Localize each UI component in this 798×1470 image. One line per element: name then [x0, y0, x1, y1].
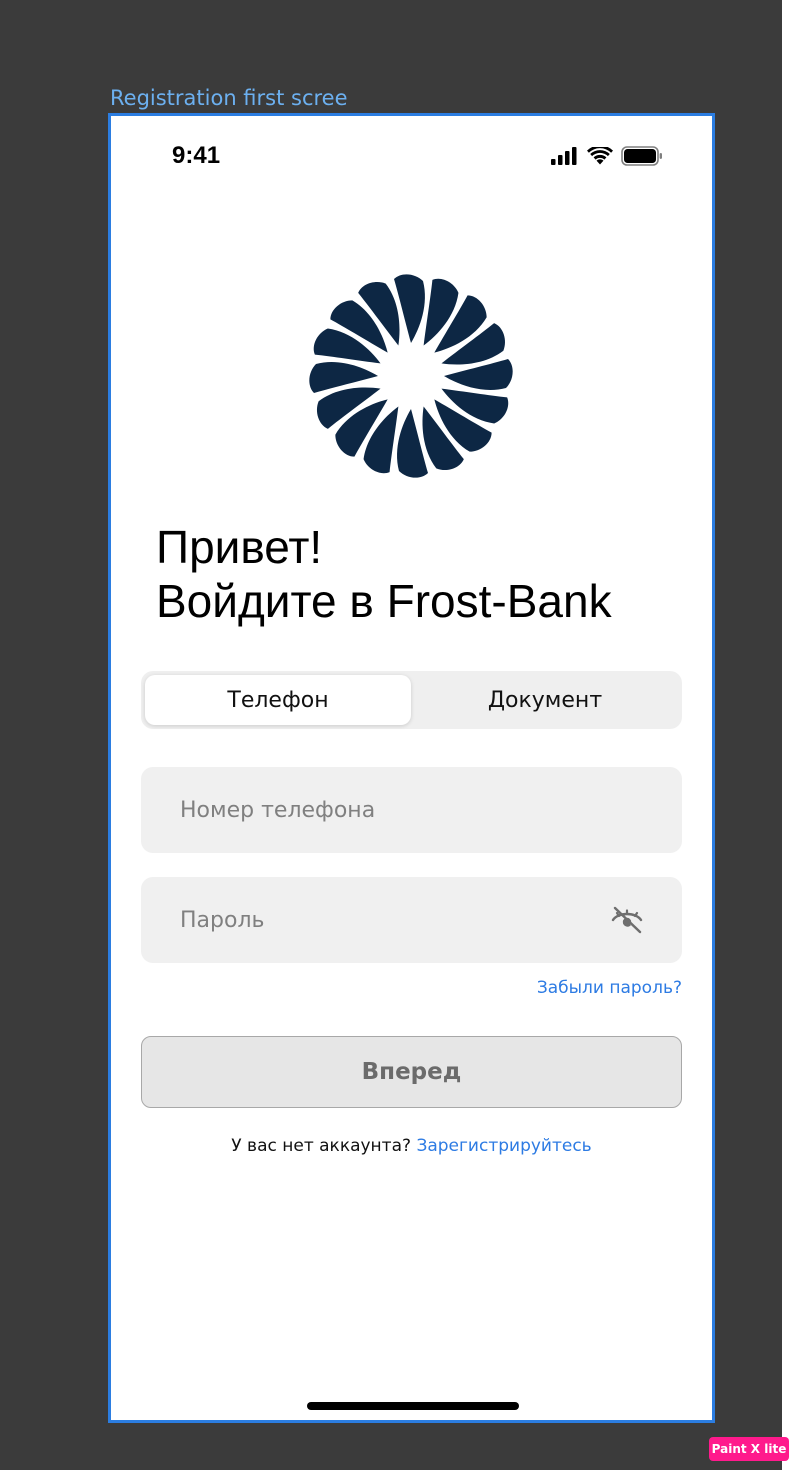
login-method-tabs: Телефон Документ	[141, 671, 682, 729]
tab-document[interactable]: Документ	[412, 675, 678, 725]
submit-button[interactable]: Вперед	[141, 1036, 682, 1108]
frame-label[interactable]: Registration first scree	[110, 86, 348, 110]
eye-slash-icon[interactable]	[610, 903, 644, 937]
phone-input[interactable]	[178, 796, 582, 824]
forgot-password-link[interactable]: Забыли пароль?	[537, 978, 682, 998]
phone-screen: 9:41 Привет! Войдите в Frost-Bank Телефо…	[108, 113, 715, 1423]
frost-bank-logo	[306, 271, 516, 481]
signup-prompt: У вас нет аккаунта? Зарегистрируйтесь	[111, 1136, 712, 1156]
watermark-badge: Paint X lite	[709, 1437, 789, 1461]
wifi-icon	[587, 146, 613, 164]
greeting-line-signin: Войдите в Frost-Bank	[156, 575, 612, 627]
status-time: 9:41	[172, 142, 221, 169]
password-field[interactable]	[141, 877, 682, 963]
status-bar: 9:41	[111, 116, 712, 176]
signup-prompt-text: У вас нет аккаунта?	[231, 1136, 412, 1156]
battery-icon	[621, 146, 662, 166]
frost-bank-logo-icon	[309, 274, 513, 478]
password-input[interactable]	[178, 906, 582, 934]
home-indicator	[307, 1402, 519, 1410]
greeting-line-hello: Привет!	[156, 521, 323, 573]
status-icons	[551, 146, 663, 166]
signup-link[interactable]: Зарегистрируйтесь	[416, 1136, 591, 1156]
cellular-signal-icon	[551, 147, 577, 165]
greeting-heading: Привет! Войдите в Frost-Bank	[156, 520, 612, 628]
tab-phone[interactable]: Телефон	[145, 675, 411, 725]
phone-field[interactable]	[141, 767, 682, 853]
